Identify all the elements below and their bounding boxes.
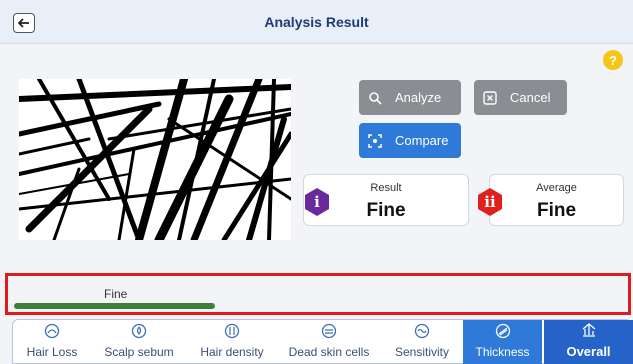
average-badge-text: ii <box>484 193 496 211</box>
hair-microscope-image <box>19 79 291 240</box>
compare-button[interactable]: Compare <box>359 123 461 158</box>
tab-sensitivity[interactable]: Sensitivity <box>381 320 463 364</box>
analyze-button[interactable]: Analyze <box>359 80 461 115</box>
help-button[interactable]: ? <box>603 50 623 70</box>
tab-hair-loss[interactable]: Hair Loss <box>13 320 91 364</box>
tab-thickness[interactable]: Thickness <box>463 320 542 364</box>
compare-icon <box>367 133 383 149</box>
tab-scalp-sebum[interactable]: Scalp sebum <box>91 320 187 364</box>
tab-dead-skin-cells[interactable]: Dead skin cells <box>277 320 381 364</box>
tab-overall[interactable]: Overall <box>544 320 633 364</box>
thickness-level-panel: Fine <box>5 273 631 315</box>
category-tab-bar: Hair Loss Scalp sebum Hair density Dead … <box>12 319 633 364</box>
sensitivity-icon <box>414 323 430 339</box>
average-badge-icon: ii <box>475 187 505 217</box>
thickness-level-bar <box>14 303 216 309</box>
header-bar: Analysis Result <box>0 0 633 44</box>
tab-hair-density[interactable]: Hair density <box>187 320 277 364</box>
thickness-icon <box>495 323 511 339</box>
page-title: Analysis Result <box>264 14 369 30</box>
cancel-label: Cancel <box>510 90 551 105</box>
cancel-button[interactable]: Cancel <box>474 80 567 115</box>
result-badge-icon: i <box>302 187 332 217</box>
close-box-icon <box>482 90 498 106</box>
average-value: Fine <box>536 200 577 221</box>
overall-icon <box>581 322 597 338</box>
average-label: Average <box>536 182 577 194</box>
hair-loss-icon <box>44 323 60 339</box>
magnifier-icon <box>367 90 383 106</box>
analyze-label: Analyze <box>395 90 442 105</box>
density-icon <box>224 323 240 339</box>
average-card: Average Fine <box>489 174 624 226</box>
thickness-level-label: Fine <box>104 287 128 301</box>
sebum-icon <box>131 323 147 339</box>
skin-cells-icon <box>321 323 337 339</box>
help-icon: ? <box>609 52 617 68</box>
result-badge-text: i <box>314 193 320 211</box>
compare-label: Compare <box>395 133 449 148</box>
